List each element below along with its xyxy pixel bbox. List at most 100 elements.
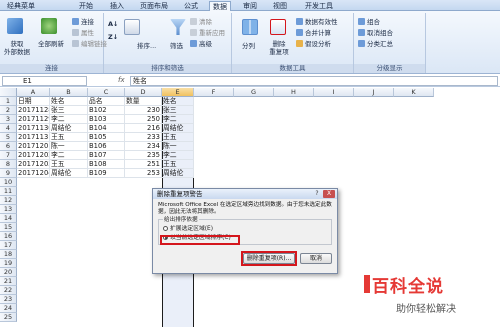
table-cell[interactable]: 周结伦	[50, 124, 88, 133]
fx-icon[interactable]: fx	[118, 76, 125, 84]
column-header-i[interactable]: I	[314, 88, 354, 97]
row-header[interactable]: 17	[0, 241, 17, 250]
expand-selection-radio[interactable]: 扩展选定区域(E)	[163, 226, 213, 233]
row-header[interactable]: 18	[0, 250, 17, 259]
table-cell[interactable]: B102	[88, 106, 125, 115]
connections-button[interactable]: 连接	[72, 18, 94, 26]
row-header[interactable]: 21	[0, 277, 17, 286]
row-header[interactable]: 7	[0, 151, 17, 160]
column-header-j[interactable]: J	[354, 88, 394, 97]
sort-az-button[interactable]: A↓	[108, 20, 118, 28]
table-cell[interactable]: 周结伦	[162, 124, 194, 133]
tab-classic-menu[interactable]: 经典菜单	[4, 1, 38, 11]
row-header[interactable]: 1	[0, 97, 17, 106]
table-cell[interactable]: 20171130	[17, 124, 50, 133]
column-header-e[interactable]: E	[162, 88, 194, 97]
table-cell[interactable]: 周结伦	[50, 169, 88, 178]
remove-duplicates-button[interactable]: 删除 重复项	[265, 40, 293, 56]
table-cell[interactable]: 250	[125, 115, 162, 124]
row-header[interactable]: 4	[0, 124, 17, 133]
table-cell[interactable]: 251	[125, 160, 162, 169]
column-header-k[interactable]: K	[394, 88, 434, 97]
table-cell[interactable]: 20171129	[17, 115, 50, 124]
text-to-columns-button[interactable]: 分列	[242, 42, 255, 50]
row-header[interactable]: 20	[0, 268, 17, 277]
refresh-all-button[interactable]: 全部刷新	[38, 40, 64, 48]
table-cell[interactable]: B103	[88, 115, 125, 124]
table-cell[interactable]: B105	[88, 133, 125, 142]
row-header[interactable]: 10	[0, 178, 17, 187]
get-external-data-button[interactable]: 获取 外部数据	[2, 40, 32, 56]
row-header[interactable]: 22	[0, 286, 17, 295]
table-cell[interactable]: 日期	[17, 97, 50, 106]
row-header[interactable]: 3	[0, 115, 17, 124]
table-cell[interactable]: B104	[88, 124, 125, 133]
tab-developer[interactable]: 开发工具	[302, 1, 336, 11]
row-header[interactable]: 12	[0, 196, 17, 205]
table-cell[interactable]: 陈一	[162, 142, 194, 151]
tab-data[interactable]: 数据	[209, 1, 231, 11]
row-header[interactable]: 24	[0, 304, 17, 313]
row-header[interactable]: 15	[0, 223, 17, 232]
select-all-corner[interactable]	[0, 88, 17, 97]
close-icon[interactable]: X	[323, 190, 335, 198]
table-cell[interactable]: 李二	[162, 115, 194, 124]
table-cell[interactable]: 20171203	[17, 160, 50, 169]
cancel-button[interactable]: 取消	[300, 253, 332, 264]
table-cell[interactable]: 王五	[50, 133, 88, 142]
table-cell[interactable]: 品名	[88, 97, 125, 106]
table-cell[interactable]: B108	[88, 160, 125, 169]
ungroup-button[interactable]: 取消组合	[358, 29, 393, 37]
table-cell[interactable]: 王五	[50, 160, 88, 169]
table-cell[interactable]: 216	[125, 124, 162, 133]
properties-button[interactable]: 属性	[72, 29, 94, 37]
table-cell[interactable]: 姓名	[50, 97, 88, 106]
table-cell[interactable]: 20171204	[17, 169, 50, 178]
column-header-g[interactable]: G	[234, 88, 274, 97]
tab-page-layout[interactable]: 页面布局	[137, 1, 171, 11]
table-cell[interactable]: 李二	[50, 151, 88, 160]
tab-formulas[interactable]: 公式	[181, 1, 201, 11]
group-button[interactable]: 组合	[358, 18, 380, 26]
advanced-button[interactable]: 高级	[190, 40, 212, 48]
help-icon[interactable]: ?	[313, 190, 321, 198]
row-header[interactable]: 11	[0, 187, 17, 196]
table-cell[interactable]: B107	[88, 151, 125, 160]
row-header[interactable]: 6	[0, 142, 17, 151]
table-cell[interactable]: 周结伦	[162, 169, 194, 178]
edit-links-button[interactable]: 编辑链接	[72, 40, 107, 48]
row-header[interactable]: 2	[0, 106, 17, 115]
row-header[interactable]: 14	[0, 214, 17, 223]
table-cell[interactable]: 20171128	[17, 106, 50, 115]
table-cell[interactable]: 李二	[162, 151, 194, 160]
table-cell[interactable]: 20171131	[17, 133, 50, 142]
tab-review[interactable]: 审阅	[240, 1, 260, 11]
table-cell[interactable]: 李二	[50, 115, 88, 124]
column-header-a[interactable]: A	[17, 88, 50, 97]
table-cell[interactable]: 姓名	[162, 97, 194, 106]
name-box[interactable]: E1	[2, 76, 87, 86]
column-header-h[interactable]: H	[274, 88, 314, 97]
table-cell[interactable]: 张三	[162, 106, 194, 115]
sort-za-button[interactable]: Z↓	[108, 33, 118, 41]
column-header-b[interactable]: B	[50, 88, 88, 97]
sort-button[interactable]: 排序...	[137, 42, 156, 50]
row-header[interactable]: 5	[0, 133, 17, 142]
table-cell[interactable]: 张三	[50, 106, 88, 115]
reapply-button[interactable]: 重新应用	[190, 29, 225, 37]
table-cell[interactable]: B106	[88, 142, 125, 151]
table-cell[interactable]: B109	[88, 169, 125, 178]
table-cell[interactable]: 235	[125, 151, 162, 160]
column-header-c[interactable]: C	[88, 88, 125, 97]
consolidate-button[interactable]: 合并计算	[296, 29, 331, 37]
row-header[interactable]: 8	[0, 160, 17, 169]
clear-button[interactable]: 清除	[190, 18, 212, 26]
table-cell[interactable]: 20171201	[17, 142, 50, 151]
tab-home[interactable]: 开始	[76, 1, 96, 11]
table-cell[interactable]: 253	[125, 169, 162, 178]
formula-input[interactable]: 姓名	[130, 76, 498, 86]
table-cell[interactable]: 233	[125, 133, 162, 142]
row-header[interactable]: 23	[0, 295, 17, 304]
filter-button[interactable]: 筛选	[170, 42, 183, 50]
row-header[interactable]: 25	[0, 313, 17, 322]
